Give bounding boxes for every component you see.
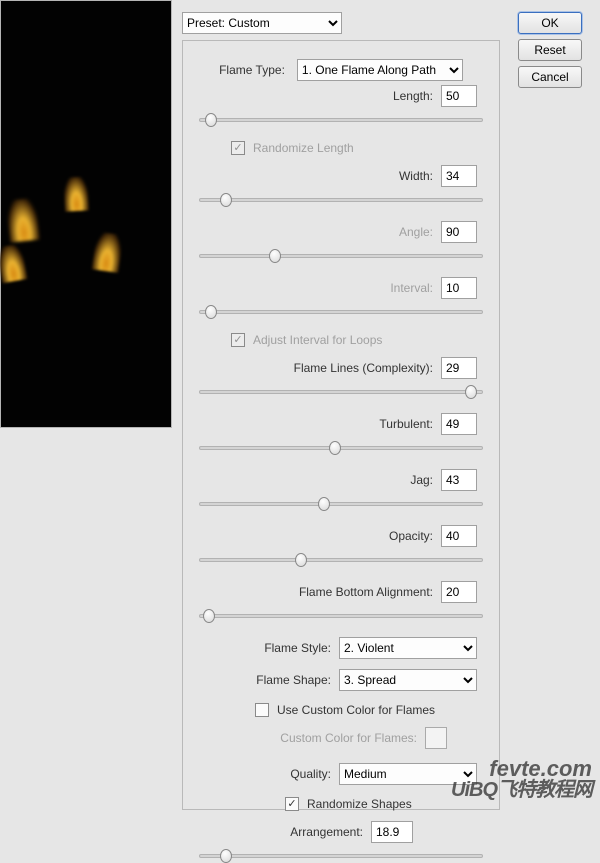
arrangement-input[interactable] — [371, 821, 413, 843]
complexity-input[interactable] — [441, 357, 477, 379]
turbulent-label: Turbulent: — [379, 417, 433, 431]
flame-sprite — [63, 176, 89, 211]
opacity-input[interactable] — [441, 525, 477, 547]
flame-shape-label: Flame Shape: — [256, 673, 331, 687]
flame-sprite — [6, 198, 40, 243]
width-input[interactable] — [441, 165, 477, 187]
arrangement-slider[interactable] — [197, 849, 485, 863]
flame-shape-select[interactable]: 3. Spread — [339, 669, 477, 691]
angle-label: Angle: — [399, 225, 433, 239]
flame-sprite — [0, 243, 27, 283]
custom-color-label: Custom Color for Flames: — [280, 731, 417, 745]
adjust-interval-checkbox — [231, 333, 245, 347]
randomize-length-label: Randomize Length — [253, 141, 354, 155]
cancel-button[interactable]: Cancel — [518, 66, 582, 88]
randomize-length-checkbox — [231, 141, 245, 155]
interval-slider — [197, 305, 485, 319]
interval-label: Interval: — [390, 281, 433, 295]
preset-select[interactable]: Preset: Custom — [182, 12, 342, 34]
preview-canvas — [0, 0, 172, 428]
width-slider[interactable] — [197, 193, 485, 207]
custom-color-swatch — [425, 727, 447, 749]
flame-style-label: Flame Style: — [264, 641, 331, 655]
opacity-slider[interactable] — [197, 553, 485, 567]
custom-color-checkbox[interactable] — [255, 703, 269, 717]
jag-input[interactable] — [441, 469, 477, 491]
bottom-align-label: Flame Bottom Alignment: — [299, 585, 433, 599]
jag-label: Jag: — [410, 473, 433, 487]
bottom-align-slider[interactable] — [197, 609, 485, 623]
length-label: Length: — [393, 89, 433, 103]
angle-slider — [197, 249, 485, 263]
turbulent-input[interactable] — [441, 413, 477, 435]
interval-input — [441, 277, 477, 299]
ok-button[interactable]: OK — [518, 12, 582, 34]
complexity-slider[interactable] — [197, 385, 485, 399]
flame-panel: Flame Type: 1. One Flame Along Path Leng… — [182, 40, 500, 810]
flame-type-select[interactable]: 1. One Flame Along Path — [297, 59, 463, 81]
flame-type-label: Flame Type: — [219, 63, 285, 77]
width-label: Width: — [399, 169, 433, 183]
complexity-label: Flame Lines (Complexity): — [294, 361, 433, 375]
quality-select[interactable]: Medium — [339, 763, 477, 785]
reset-button[interactable]: Reset — [518, 39, 582, 61]
custom-color-chk-label: Use Custom Color for Flames — [277, 703, 435, 717]
opacity-label: Opacity: — [389, 529, 433, 543]
flame-style-select[interactable]: 2. Violent — [339, 637, 477, 659]
angle-input — [441, 221, 477, 243]
length-slider[interactable] — [197, 113, 485, 127]
length-input[interactable] — [441, 85, 477, 107]
quality-label: Quality: — [290, 767, 331, 781]
jag-slider[interactable] — [197, 497, 485, 511]
randomize-shapes-label: Randomize Shapes — [307, 797, 412, 811]
randomize-shapes-checkbox[interactable] — [285, 797, 299, 811]
bottom-align-input[interactable] — [441, 581, 477, 603]
adjust-interval-label: Adjust Interval for Loops — [253, 333, 382, 347]
arrangement-label: Arrangement: — [290, 825, 363, 839]
turbulent-slider[interactable] — [197, 441, 485, 455]
flame-sprite — [92, 232, 124, 273]
